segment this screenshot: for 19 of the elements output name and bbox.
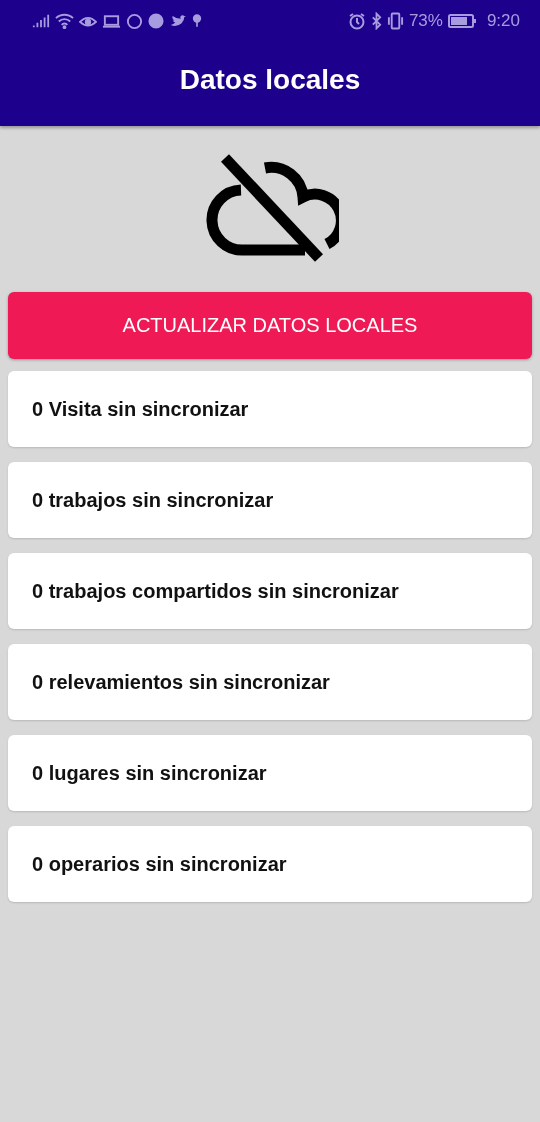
screen-title: Datos locales bbox=[179, 64, 361, 96]
laptop-icon bbox=[102, 13, 121, 29]
battery-percent: 73% bbox=[408, 11, 443, 31]
alarm-icon bbox=[347, 12, 366, 30]
unsynced-count-card: 0 trabajos compartidos sin sincronizar bbox=[8, 553, 532, 629]
bluetooth-icon bbox=[370, 12, 382, 30]
signal-icon bbox=[32, 13, 50, 29]
unsynced-count-card: 0 relevamientos sin sincronizar bbox=[8, 644, 532, 720]
vibrate-icon bbox=[386, 12, 404, 30]
wifi-icon bbox=[55, 13, 74, 29]
battery-icon bbox=[447, 13, 478, 29]
update-local-data-button[interactable]: ACTUALIZAR DATOS LOCALES bbox=[8, 292, 532, 359]
clock-time: 9:20 bbox=[486, 11, 520, 31]
pin-icon bbox=[192, 13, 202, 29]
unsynced-count-card: 0 Visita sin sincronizar bbox=[8, 371, 532, 447]
unsynced-count-card: 0 lugares sin sincronizar bbox=[8, 735, 532, 811]
unsynced-count-card: 0 trabajos sin sincronizar bbox=[8, 462, 532, 538]
bird-icon bbox=[169, 13, 187, 29]
unsynced-count-card: 0 operarios sin sincronizar bbox=[8, 826, 532, 902]
